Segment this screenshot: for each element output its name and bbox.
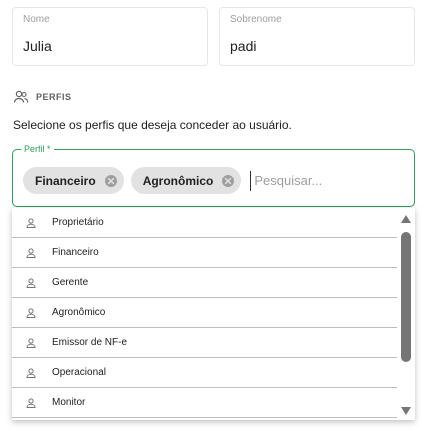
- chip-label: Financeiro: [35, 173, 96, 188]
- profile-search-input[interactable]: [250, 170, 401, 191]
- last-name-field[interactable]: Sobrenome padi: [219, 7, 415, 66]
- option-financeiro[interactable]: Financeiro: [12, 238, 397, 268]
- first-name-label: Nome: [23, 14, 50, 25]
- scroll-down-arrow-icon[interactable]: [400, 406, 412, 416]
- user-icon: [26, 367, 36, 378]
- profile-select-label: Perfil *: [21, 143, 54, 155]
- profile-select[interactable]: Perfil * Financeiro Agronômico: [12, 143, 415, 207]
- profiles-hint: Selecione os perfis que deseja conceder …: [13, 118, 292, 132]
- scroll-up-arrow-icon[interactable]: [400, 214, 412, 224]
- option-label: Monitor: [52, 397, 86, 408]
- user-icon: [26, 307, 36, 318]
- first-name-field[interactable]: Nome Julia: [12, 7, 208, 66]
- user-icon: [26, 337, 36, 348]
- section-title: PERFIS: [36, 92, 72, 102]
- profile-options-dropdown: Proprietário Financeiro Gerente Agronômi…: [12, 208, 415, 420]
- option-emissor-nfe[interactable]: Emissor de NF-e: [12, 328, 397, 358]
- user-icon: [26, 247, 36, 258]
- option-agronomico[interactable]: Agronômico: [12, 298, 397, 328]
- option-label: Operacional: [52, 367, 106, 378]
- close-circle-icon[interactable]: [221, 174, 235, 188]
- option-label: Agronômico: [52, 307, 106, 318]
- users-icon: [13, 90, 29, 103]
- first-name-value[interactable]: Julia: [23, 38, 52, 54]
- scrollbar-thumb[interactable]: [401, 232, 411, 362]
- chip-financeiro: Financeiro: [23, 167, 124, 194]
- option-label: Proprietário: [52, 217, 104, 228]
- user-icon: [26, 277, 36, 288]
- profiles-section-header: PERFIS: [13, 89, 72, 105]
- option-proprietario[interactable]: Proprietário: [12, 208, 397, 238]
- option-label: Gerente: [52, 277, 89, 288]
- option-monitor[interactable]: Monitor: [12, 388, 397, 418]
- user-icon: [26, 397, 36, 408]
- last-name-label: Sobrenome: [230, 14, 282, 25]
- selected-chips: Financeiro Agronômico: [23, 167, 401, 194]
- option-label: Emissor de NF-e: [52, 337, 128, 348]
- user-icon: [26, 217, 36, 228]
- option-operacional[interactable]: Operacional: [12, 358, 397, 388]
- option-gerente[interactable]: Gerente: [12, 268, 397, 298]
- close-circle-icon[interactable]: [104, 174, 118, 188]
- chip-agronomico: Agronômico: [130, 167, 242, 194]
- last-name-value[interactable]: padi: [230, 38, 256, 54]
- option-label: Financeiro: [52, 247, 99, 258]
- chip-label: Agronômico: [142, 173, 214, 188]
